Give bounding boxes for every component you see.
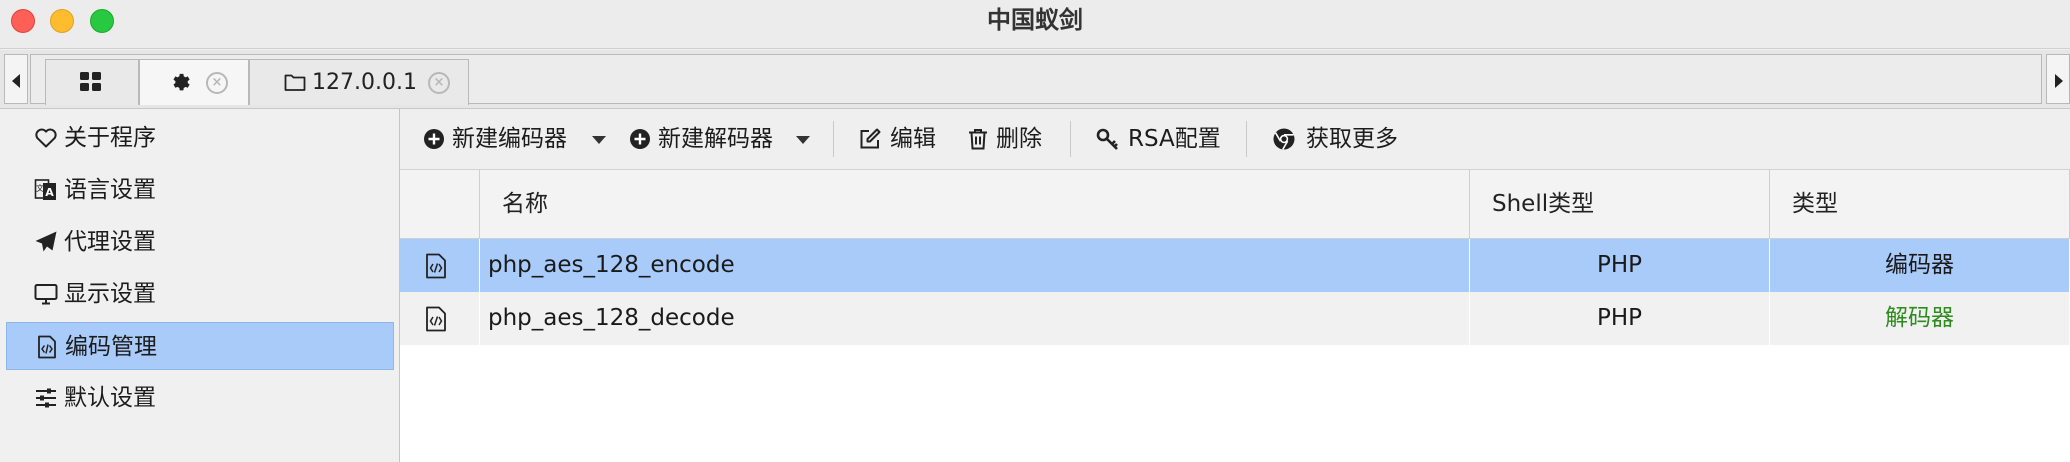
- svg-text:文: 文: [36, 183, 44, 193]
- window-title: 中国蚁剑: [987, 6, 1083, 34]
- tab-strip: × 127.0.0.1 ×: [30, 54, 2042, 105]
- paper-plane-icon: [35, 231, 57, 252]
- row-type: 编码器: [1885, 252, 1954, 278]
- tab-bar: × 127.0.0.1 ×: [0, 50, 2070, 109]
- encoder-toolbar: 新建编码器 新建解码器 编辑 删除 RSA配置 获取更多: [400, 109, 2070, 170]
- delete-button[interactable]: 删除: [966, 109, 1050, 169]
- rsa-config-label: RSA配置: [1128, 126, 1221, 152]
- sidebar-item-proxy[interactable]: 代理设置: [6, 218, 394, 266]
- sidebar-item-label: 语言设置: [64, 177, 156, 203]
- sidebar-item-label: 编码管理: [65, 334, 157, 360]
- new-decoder-label: 新建解码器: [658, 126, 773, 152]
- row-shell-type: PHP: [1596, 305, 1643, 331]
- tab-scroll-right-button[interactable]: [2046, 54, 2070, 104]
- close-tab-icon[interactable]: ×: [206, 72, 228, 94]
- row-shell-type: PHP: [1596, 252, 1643, 278]
- arrow-left-icon: [12, 74, 20, 88]
- gear-icon: [173, 73, 190, 91]
- row-name-cell: php_aes_128_encode: [480, 239, 1470, 292]
- row-type-cell: 编码器: [1770, 239, 2070, 292]
- sidebar-item-encoder-management[interactable]: 编码管理: [6, 322, 394, 370]
- sidebar-item-defaults[interactable]: 默认设置: [6, 374, 394, 422]
- code-file-icon: [38, 335, 56, 359]
- toolbar-divider: [1070, 121, 1071, 157]
- sidebar-item-language[interactable]: A 文 语言设置: [6, 166, 394, 214]
- get-more-button[interactable]: 获取更多: [1272, 109, 1422, 169]
- translate-icon: A 文: [34, 179, 56, 200]
- sliders-icon: [36, 388, 56, 408]
- edit-label: 编辑: [890, 126, 936, 152]
- row-shell-type-cell: PHP: [1470, 239, 1770, 292]
- row-shell-type-cell: PHP: [1470, 292, 1770, 345]
- plus-circle-icon: [630, 129, 650, 149]
- row-name: php_aes_128_decode: [488, 305, 735, 331]
- grid-icon: [80, 72, 101, 91]
- toolbar-divider: [1246, 121, 1247, 157]
- tab-scroll-left-button[interactable]: [4, 54, 28, 104]
- chrome-icon: [1273, 128, 1295, 150]
- caret-down-icon[interactable]: [796, 136, 810, 144]
- delete-label: 删除: [996, 126, 1042, 152]
- window-titlebar: 中国蚁剑: [0, 0, 2070, 49]
- row-type-cell: 解码器: [1770, 292, 2070, 345]
- settings-sidebar: 关于程序 A 文 语言设置 代理设置 显示设置 编码管理 默认设置: [0, 109, 400, 462]
- arrow-right-icon: [2055, 74, 2063, 88]
- encoder-manager-panel: 新建编码器 新建解码器 编辑 删除 RSA配置 获取更多 名称 Shell类型 …: [400, 109, 2070, 462]
- plus-circle-icon: [424, 129, 444, 149]
- grid-header-icon-column: [400, 170, 480, 238]
- folder-icon: [284, 74, 306, 91]
- table-row[interactable]: php_aes_128_encode PHP 编码器: [400, 239, 2070, 292]
- tab-host-label: 127.0.0.1: [312, 70, 417, 95]
- heart-icon: [35, 128, 57, 148]
- key-icon: [1096, 128, 1118, 150]
- tab-settings[interactable]: ×: [139, 59, 249, 105]
- svg-text:A: A: [45, 186, 54, 199]
- edit-button[interactable]: 编辑: [858, 109, 942, 169]
- new-decoder-button[interactable]: 新建解码器: [628, 109, 818, 169]
- code-file-icon: [426, 306, 446, 332]
- monitor-icon: [34, 284, 58, 305]
- new-encoder-label: 新建编码器: [452, 126, 567, 152]
- row-icon-cell: [400, 239, 480, 292]
- tab-shell-list[interactable]: [45, 59, 139, 105]
- grid-header: 名称 Shell类型 类型: [400, 170, 2070, 239]
- tab-host[interactable]: 127.0.0.1 ×: [249, 59, 469, 105]
- sidebar-item-label: 显示设置: [64, 281, 156, 307]
- row-type: 解码器: [1885, 305, 1954, 331]
- edit-icon: [860, 128, 881, 149]
- column-label: 类型: [1792, 191, 1838, 217]
- rsa-config-button[interactable]: RSA配置: [1096, 109, 1221, 169]
- sidebar-item-label: 默认设置: [64, 385, 156, 411]
- row-icon-cell: [400, 292, 480, 345]
- column-label: 名称: [502, 191, 548, 217]
- row-name: php_aes_128_encode: [488, 252, 735, 278]
- close-tab-icon[interactable]: ×: [428, 72, 450, 94]
- column-label: Shell类型: [1492, 191, 1595, 217]
- row-name-cell: php_aes_128_decode: [480, 292, 1470, 345]
- table-row[interactable]: php_aes_128_decode PHP 解码器: [400, 292, 2070, 345]
- caret-down-icon[interactable]: [592, 136, 606, 144]
- trash-icon: [969, 129, 987, 150]
- new-encoder-button[interactable]: 新建编码器: [422, 109, 612, 169]
- toolbar-divider: [833, 121, 834, 157]
- grid-header-name[interactable]: 名称: [480, 170, 1470, 238]
- grid-header-shell-type[interactable]: Shell类型: [1470, 170, 1770, 238]
- sidebar-item-label: 关于程序: [64, 125, 156, 151]
- code-file-icon: [426, 253, 446, 279]
- sidebar-item-about[interactable]: 关于程序: [6, 114, 394, 162]
- get-more-label: 获取更多: [1306, 126, 1398, 152]
- sidebar-item-display[interactable]: 显示设置: [6, 270, 394, 318]
- sidebar-item-label: 代理设置: [64, 229, 156, 255]
- grid-header-type[interactable]: 类型: [1770, 170, 2070, 238]
